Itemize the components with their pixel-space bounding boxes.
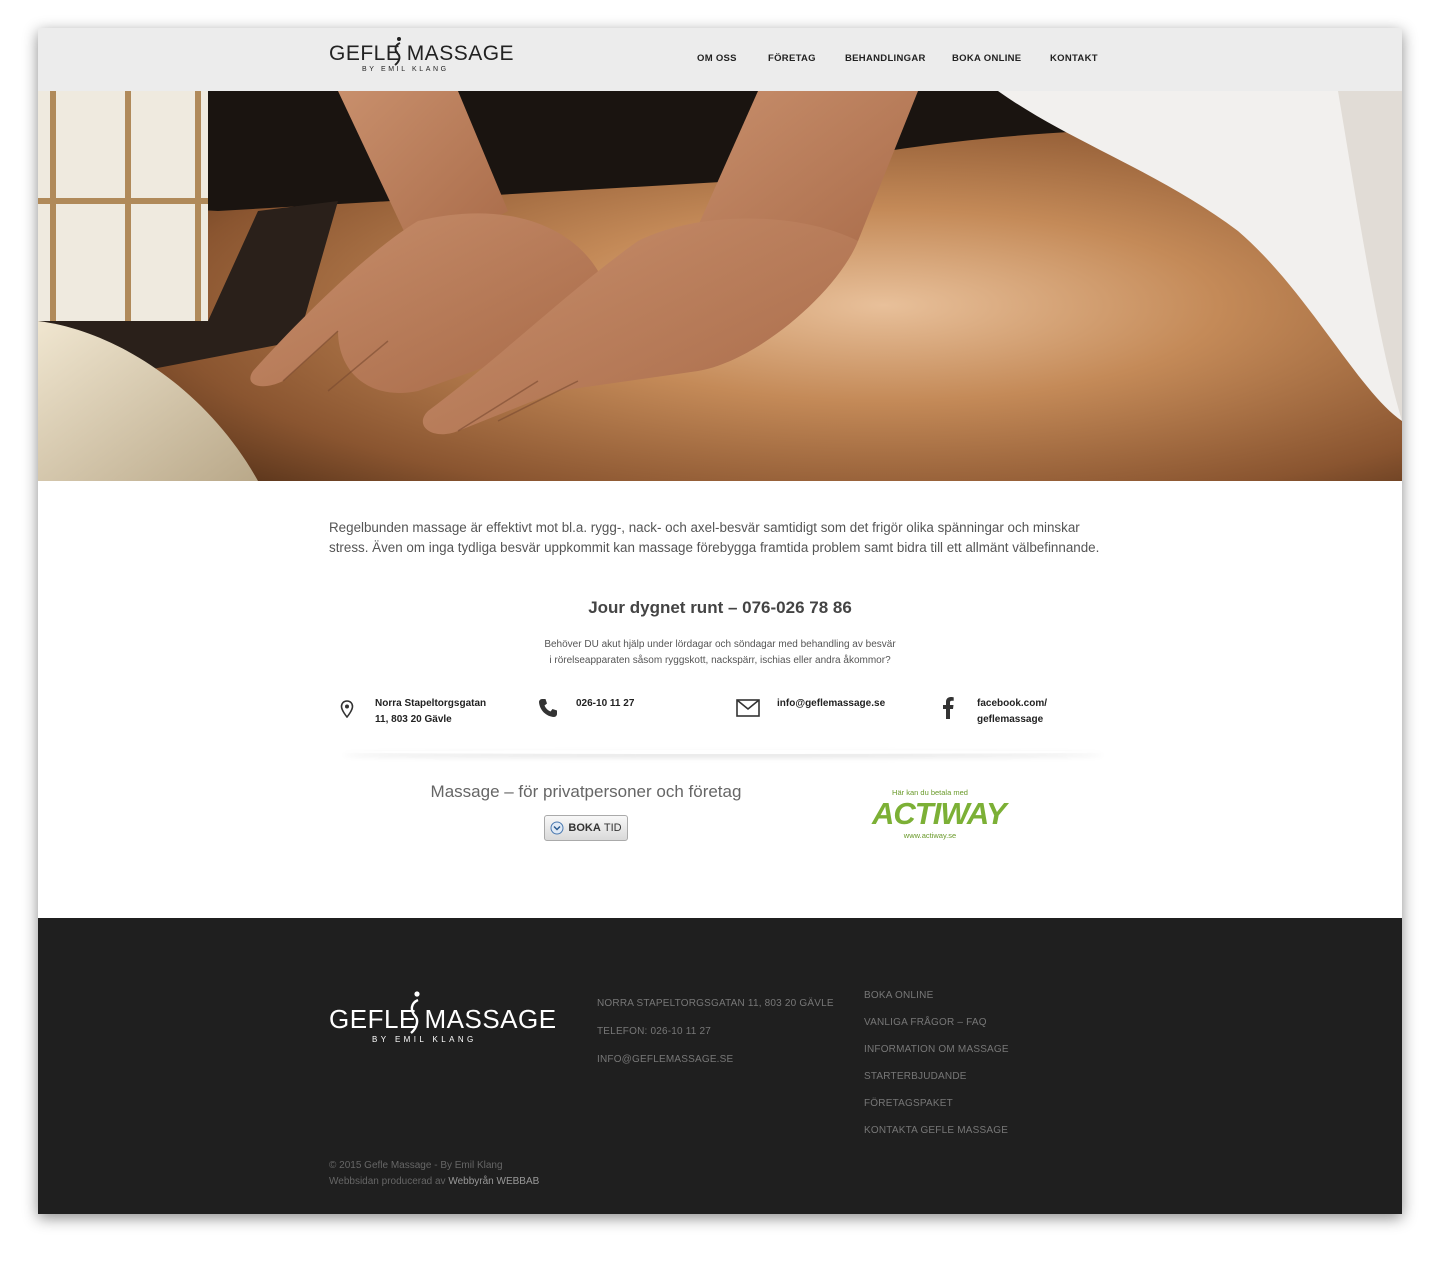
- footer-link-information[interactable]: INFORMATION OM MASSAGE: [864, 1044, 1009, 1055]
- footer-link-faq[interactable]: VANLIGA FRÅGOR – FAQ: [864, 1017, 987, 1028]
- section-divider: [343, 750, 1103, 754]
- facebook-icon: [943, 697, 954, 719]
- actiway-badge[interactable]: Här kan du betala med ACTIWAY www.actiwa…: [872, 788, 1007, 860]
- nav-om-oss[interactable]: OM OSS: [697, 53, 737, 64]
- footer-logo-text: GEFLE MASSAGE: [329, 1004, 557, 1034]
- logo-subtitle: BY EMIL KLANG: [362, 66, 449, 73]
- logo-text: GEFLE MASSAGE: [329, 42, 515, 65]
- jour-desc-line-2: i rörelseapparaten såsom ryggskott, nack…: [549, 655, 891, 666]
- boka-label: BOKA: [568, 822, 601, 834]
- hero-illustration: [38, 91, 1402, 481]
- footer-logo-figure-icon: [410, 991, 420, 1034]
- hero-massage-image: [38, 91, 1402, 481]
- site-footer: GEFLE MASSAGE BY EMIL KLANG NORRA STAPEL…: [38, 918, 1402, 1214]
- footer-link-kontakta[interactable]: KONTAKTA GEFLE MASSAGE: [864, 1125, 1008, 1136]
- chevron-down-circle-icon: [550, 821, 564, 835]
- copyright-text: © 2015 Gefle Massage - By Emil Klang: [329, 1160, 503, 1171]
- credit-link[interactable]: Webbyrån WEBBAB: [448, 1176, 539, 1187]
- tid-label: TID: [603, 822, 622, 834]
- phone-icon: [539, 699, 557, 717]
- footer-logo[interactable]: GEFLE MASSAGE BY EMIL KLANG: [329, 988, 556, 1048]
- nav-behandlingar[interactable]: BEHANDLINGAR: [845, 53, 926, 64]
- actiway-url: www.actiway.se: [903, 831, 957, 840]
- contact-facebook[interactable]: facebook.com/ geflemassage: [977, 696, 1047, 728]
- footer-link-foretagspaket[interactable]: FÖRETAGSPAKET: [864, 1098, 953, 1109]
- contact-address: Norra Stapeltorgsgatan 11, 803 20 Gävle: [375, 698, 487, 725]
- nav-kontakt[interactable]: KONTAKT: [1050, 53, 1098, 64]
- credit-prefix: Webbsidan producerad av: [329, 1176, 446, 1187]
- map-pin-icon: [340, 700, 354, 718]
- nav-boka-online[interactable]: BOKA ONLINE: [952, 53, 1021, 64]
- footer-address: NORRA STAPELTORGSGATAN 11, 803 20 GÄVLE: [597, 998, 834, 1009]
- site-logo[interactable]: GEFLE MASSAGE BY EMIL KLANG: [329, 36, 514, 80]
- footer-phone: TELEFON: 026-10 11 27: [597, 1026, 712, 1037]
- jour-desc-line-1: Behöver DU akut hjälp under lördagar och…: [544, 639, 896, 650]
- intro-paragraph: Regelbunden massage är effektivt mot bl.…: [329, 520, 1100, 555]
- contact-phone[interactable]: 026-10 11 27: [576, 696, 634, 712]
- footer-link-boka-online[interactable]: BOKA ONLINE: [864, 990, 933, 1001]
- footer-link-starterbjudande[interactable]: STARTERBJUDANDE: [864, 1071, 967, 1082]
- tagline: Massage – för privatpersoner och företag: [430, 782, 742, 801]
- nav-foretag[interactable]: FÖRETAG: [768, 53, 816, 64]
- footer-email[interactable]: INFO@GEFLEMASSAGE.SE: [597, 1054, 733, 1065]
- site-header: GEFLE MASSAGE BY EMIL KLANG OM OSS FÖRET…: [38, 28, 1402, 91]
- boka-tid-button[interactable]: BOKA TID: [544, 815, 628, 841]
- footer-copyright: © 2015 Gefle Massage - By Emil Klang Web…: [329, 1158, 539, 1190]
- actiway-brand: ACTIWAY: [872, 796, 1007, 831]
- credit-line: Webbsidan producerad av Webbyrån WEBBAB: [329, 1174, 539, 1190]
- logo-figure-icon: [394, 37, 401, 66]
- jour-description: Behöver DU akut hjälp under lördagar och…: [38, 637, 1402, 669]
- envelope-icon: [736, 699, 760, 717]
- browser-page: GEFLE MASSAGE BY EMIL KLANG OM OSS FÖRET…: [38, 28, 1402, 1214]
- contact-email[interactable]: info@geflemassage.se: [777, 696, 885, 712]
- jour-heading: Jour dygnet runt – 076-026 78 86: [588, 598, 852, 617]
- footer-logo-subtitle: BY EMIL KLANG: [372, 1035, 477, 1044]
